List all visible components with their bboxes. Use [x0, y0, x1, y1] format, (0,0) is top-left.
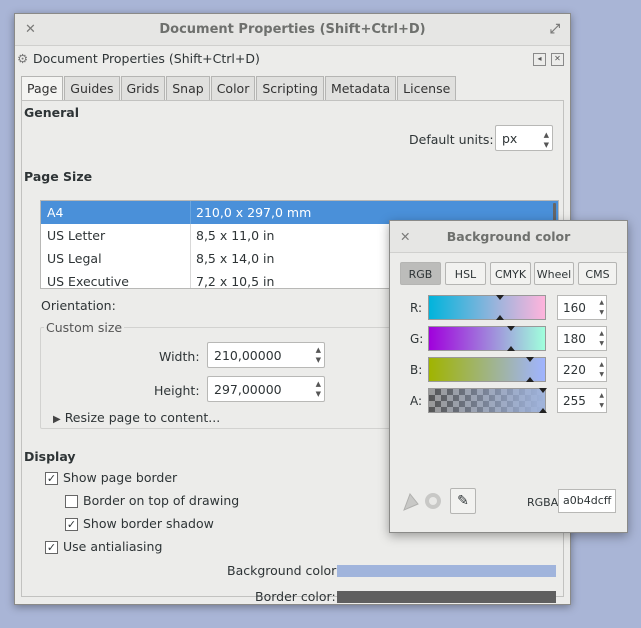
tab-grids[interactable]: Grids	[120, 76, 166, 100]
mode-wheel-button[interactable]: Wheel	[534, 262, 574, 285]
background-color-dialog: ✕ Background color RGB HSL CMYK Wheel CM…	[389, 220, 628, 533]
triangle-right-icon: ▶	[53, 414, 61, 425]
orientation-label: Orientation:	[41, 298, 116, 313]
dock-title: Document Properties (Shift+Ctrl+D)	[33, 51, 260, 66]
b-value: 220	[563, 363, 586, 377]
mode-hsl-button[interactable]: HSL	[445, 262, 486, 285]
width-value: 210,00000	[214, 348, 282, 363]
mode-cms-button[interactable]: CMS	[578, 262, 617, 285]
border-on-top-checkbox[interactable]	[65, 495, 78, 508]
g-label: G:	[410, 332, 424, 346]
use-antialiasing-label: Use antialiasing	[63, 539, 163, 554]
window-title: Document Properties (Shift+Ctrl+D)	[159, 22, 426, 37]
resize-expander[interactable]: ▶ Resize page to content...	[53, 410, 220, 425]
show-border-shadow-label: Show border shadow	[83, 516, 214, 531]
page-size-heading: Page Size	[24, 169, 93, 184]
tab-snap[interactable]: Snap	[166, 76, 210, 100]
mode-cmyk-button[interactable]: CMYK	[490, 262, 531, 285]
g-value: 180	[563, 332, 586, 346]
updown-arrows-icon[interactable]: ▲ ▼	[599, 298, 604, 318]
tab-metadata[interactable]: Metadata	[324, 76, 397, 100]
width-input[interactable]: 210,00000 ▲ ▼	[207, 342, 325, 368]
r-value: 160	[563, 301, 586, 315]
updown-arrows-icon: ▲ ▼	[543, 131, 549, 149]
border-on-top-label: Border on top of drawing	[83, 493, 240, 508]
window-titlebar: ✕ Document Properties (Shift+Ctrl+D) ⤢	[15, 14, 570, 46]
dock-close-icon[interactable]: ✕	[551, 53, 564, 66]
color-picker-button[interactable]: ✎	[450, 488, 476, 514]
dialog-titlebar: ✕ Background color	[390, 221, 627, 253]
a-label: A:	[410, 394, 423, 408]
tab-color[interactable]: Color	[210, 76, 256, 100]
rgba-label: RGBA:	[527, 496, 562, 509]
close-icon[interactable]: ✕	[25, 14, 36, 45]
show-border-shadow-checkbox[interactable]: ✓	[65, 518, 78, 531]
r-label: R:	[410, 301, 423, 315]
default-units-value: px	[502, 131, 518, 146]
maximize-icon[interactable]: ⤢	[550, 14, 560, 45]
r-spin[interactable]: 160 ▲ ▼	[557, 295, 607, 320]
updown-arrows-icon[interactable]: ▲ ▼	[599, 329, 604, 349]
b-label: B:	[410, 363, 423, 377]
show-page-border-label: Show page border	[63, 470, 178, 485]
tab-license[interactable]: License	[397, 76, 457, 100]
rgba-input[interactable]: a0b4dcff	[558, 489, 616, 513]
updown-arrows-icon[interactable]: ▲ ▼	[316, 379, 321, 399]
updown-arrows-icon[interactable]: ▲ ▼	[599, 360, 604, 380]
updown-arrows-icon[interactable]: ▲ ▼	[316, 345, 321, 365]
b-spin[interactable]: 220 ▲ ▼	[557, 357, 607, 382]
tab-scripting[interactable]: Scripting	[256, 76, 324, 100]
a-slider[interactable]	[428, 388, 547, 413]
background-color-button[interactable]	[337, 565, 556, 577]
g-spin[interactable]: 180 ▲ ▼	[557, 326, 607, 351]
tab-guides[interactable]: Guides	[64, 76, 120, 100]
use-antialiasing-checkbox[interactable]: ✓	[45, 541, 58, 554]
triangle-icon	[403, 493, 419, 511]
b-slider[interactable]	[428, 357, 546, 382]
general-heading: General	[24, 105, 79, 120]
display-heading: Display	[24, 449, 76, 464]
custom-size-label: Custom size	[44, 320, 125, 335]
background-color-label: Background color:	[227, 563, 341, 578]
a-spin[interactable]: 255 ▲ ▼	[557, 388, 607, 413]
mode-rgb-button[interactable]: RGB	[400, 262, 441, 285]
close-icon[interactable]: ✕	[400, 221, 410, 252]
dialog-title: Background color	[446, 229, 571, 244]
dock-header: ⚙ Document Properties (Shift+Ctrl+D) ◂ ✕	[15, 46, 570, 72]
show-page-border-checkbox[interactable]: ✓	[45, 472, 58, 485]
updown-arrows-icon[interactable]: ▲ ▼	[599, 391, 604, 411]
tab-page[interactable]: Page	[21, 76, 64, 102]
g-slider[interactable]	[428, 326, 546, 351]
default-units-select[interactable]: px ▲ ▼	[495, 125, 553, 151]
a-value: 255	[563, 394, 586, 408]
r-slider[interactable]	[428, 295, 546, 320]
gear-icon: ⚙	[17, 51, 29, 66]
iconify-icon[interactable]: ◂	[533, 53, 546, 66]
width-label: Width:	[159, 349, 200, 364]
border-color-button[interactable]	[337, 591, 556, 603]
eyedropper-icon: ✎	[457, 493, 469, 509]
resize-label: Resize page to content...	[64, 410, 221, 425]
height-value: 297,00000	[214, 382, 282, 397]
default-units-label: Default units:	[409, 132, 494, 147]
tab-bar: Page Guides Grids Snap Color Scripting M…	[21, 76, 457, 102]
border-color-label: Border color:	[255, 589, 336, 604]
height-input[interactable]: 297,00000 ▲ ▼	[207, 376, 325, 402]
height-label: Height:	[154, 383, 200, 398]
